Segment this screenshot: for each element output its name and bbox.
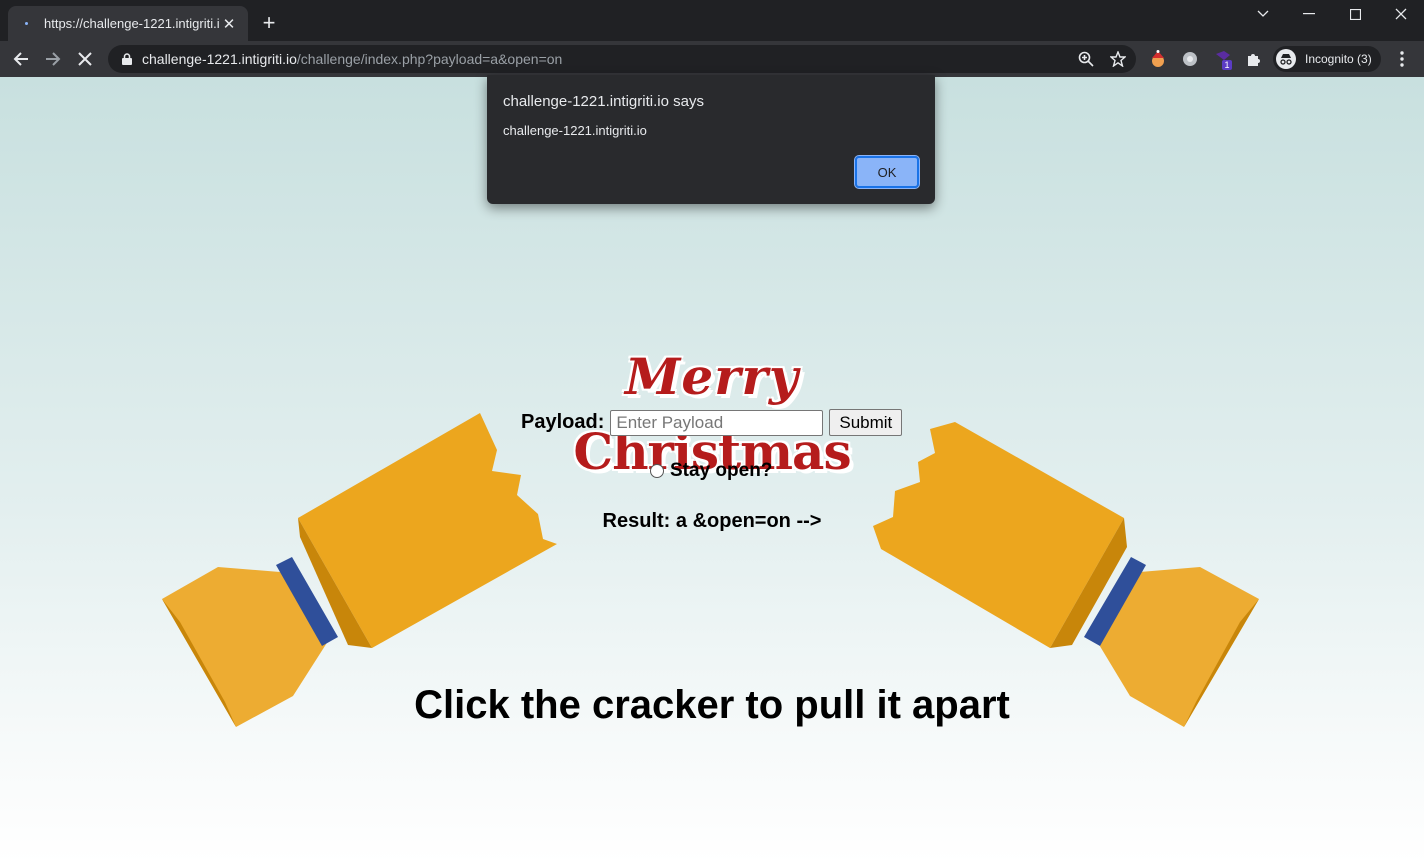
tab-title: https://challenge-1221.intigriti.io xyxy=(44,16,220,31)
maximize-icon[interactable] xyxy=(1332,0,1378,28)
stay-open-radio[interactable] xyxy=(650,464,664,478)
address-bar[interactable]: challenge-1221.intigriti.io/challenge/in… xyxy=(108,45,1136,73)
loading-favicon-icon xyxy=(18,16,34,32)
stop-loading-icon[interactable] xyxy=(71,45,99,73)
tab-strip: https://challenge-1221.intigriti.io ✕ + xyxy=(0,0,1424,41)
zoom-icon[interactable] xyxy=(1076,49,1096,69)
payload-input[interactable] xyxy=(610,409,824,436)
logo-merry: Merry xyxy=(625,347,799,406)
page-headline: Click the cracker to pull it apart xyxy=(414,683,1010,727)
incognito-profile-button[interactable]: Incognito (3) xyxy=(1273,46,1381,72)
tab-search-chevron-icon[interactable] xyxy=(1240,0,1286,28)
globe-extension-icon[interactable] xyxy=(1180,49,1200,69)
kebab-menu-icon[interactable] xyxy=(1388,45,1416,73)
extension-badge-count: 1 xyxy=(1224,60,1229,70)
santa-extension-icon[interactable] xyxy=(1148,49,1168,69)
dialog-ok-button[interactable]: OK xyxy=(854,155,920,189)
browser-tab[interactable]: https://challenge-1221.intigriti.io ✕ xyxy=(8,6,248,41)
window-close-icon[interactable] xyxy=(1378,0,1424,28)
result-text: Result: a &open=on --> xyxy=(602,510,822,532)
submit-button[interactable]: Submit xyxy=(829,409,903,436)
close-tab-icon[interactable]: ✕ xyxy=(220,15,238,33)
url-path: /challenge/index.php?payload=a&open=on xyxy=(296,51,563,67)
url-host: challenge-1221.intigriti.io xyxy=(142,51,297,67)
minimize-icon[interactable] xyxy=(1286,0,1332,28)
dialog-message: challenge-1221.intigriti.io xyxy=(503,123,647,138)
stay-open-option[interactable]: Stay open? xyxy=(650,460,772,482)
back-arrow-icon[interactable] xyxy=(7,45,35,73)
extensions-puzzle-icon[interactable] xyxy=(1244,49,1264,69)
profile-label: Incognito (3) xyxy=(1305,52,1372,66)
lock-icon[interactable] xyxy=(120,52,134,66)
stay-open-label: Stay open? xyxy=(670,460,773,481)
payload-label: Payload: xyxy=(521,411,605,433)
incognito-icon xyxy=(1276,49,1296,69)
browser-toolbar: challenge-1221.intigriti.io/challenge/in… xyxy=(0,41,1424,77)
forward-arrow-icon[interactable] xyxy=(39,45,67,73)
payload-form: Payload: Submit xyxy=(521,409,903,436)
bookmark-star-icon[interactable] xyxy=(1108,49,1128,69)
new-tab-icon[interactable]: + xyxy=(257,10,281,35)
dialog-title: challenge-1221.intigriti.io says xyxy=(503,93,704,110)
shield-extension-icon[interactable]: 1 xyxy=(1212,49,1232,70)
